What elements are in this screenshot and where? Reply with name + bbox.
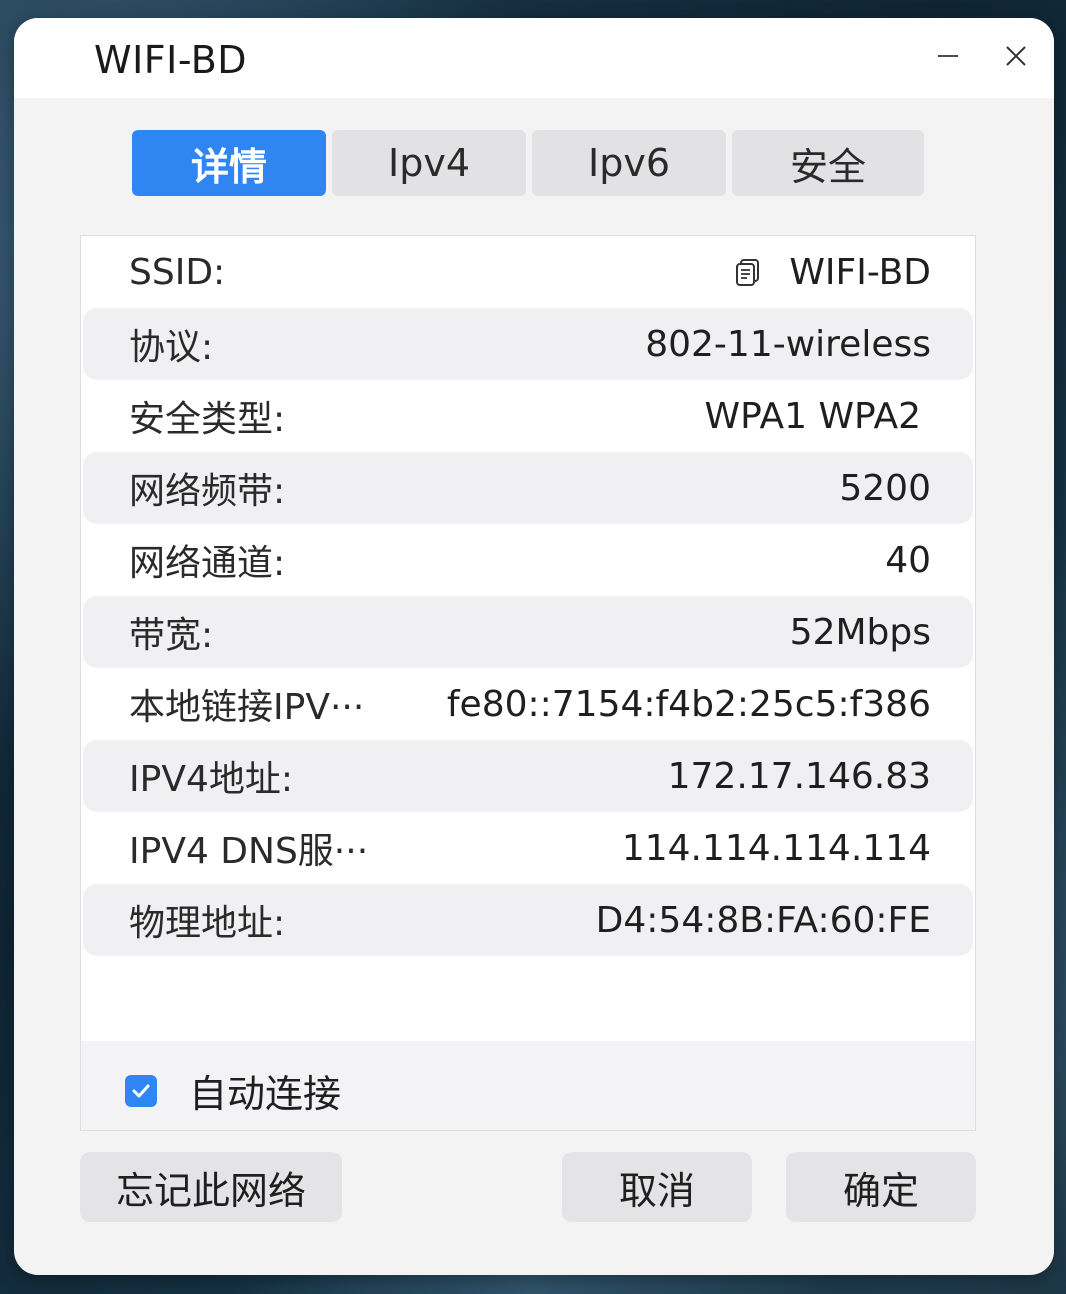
detail-value: 52Mbps xyxy=(789,611,931,653)
tab-ipv6[interactable]: Ipv6 xyxy=(532,130,726,196)
close-button[interactable] xyxy=(994,34,1038,78)
detail-row-channel: 网络通道: 40 xyxy=(83,524,973,596)
copy-icon[interactable] xyxy=(733,257,763,287)
minimize-icon xyxy=(938,55,958,57)
detail-row-ssid: SSID: WIFI-BD xyxy=(83,236,973,308)
details-list: SSID: WIFI-BD 协议: 802-11-wireless 安全类型: … xyxy=(81,236,975,956)
detail-label: 网络频带: xyxy=(129,471,286,512)
auto-connect-label: 自动连接 xyxy=(189,1072,342,1116)
network-details-dialog: WIFI-BD 详情 Ipv4 Ipv6 安全 SSID: WIFI-BD 协议… xyxy=(14,18,1054,1275)
detail-label: 协议: xyxy=(129,327,214,368)
detail-value: 5200 xyxy=(839,467,931,509)
ok-button[interactable]: 确定 xyxy=(786,1152,976,1222)
detail-row-mac-address: 物理地址: D4:54:8B:FA:60:FE xyxy=(83,884,973,956)
detail-label: 本地链接IPV··· xyxy=(129,687,365,728)
close-icon xyxy=(1006,46,1026,66)
auto-connect-toggle[interactable]: 自动连接 xyxy=(125,1063,341,1118)
auto-connect-area: 自动连接 xyxy=(81,1041,975,1130)
detail-value: 40 xyxy=(885,539,931,581)
forget-network-button[interactable]: 忘记此网络 xyxy=(80,1152,342,1222)
detail-value: 802-11-wireless xyxy=(645,323,931,365)
detail-row-security-type: 安全类型: WPA1 WPA2 xyxy=(83,380,973,452)
tab-security[interactable]: 安全 xyxy=(732,130,924,196)
detail-row-link-local-ipv6: 本地链接IPV··· fe80::7154:f4b2:25c5:f386 xyxy=(83,668,973,740)
detail-value: WIFI-BD xyxy=(789,251,931,293)
detail-row-band: 网络频带: 5200 xyxy=(83,452,973,524)
title-bar: WIFI-BD xyxy=(14,18,1054,98)
window-title: WIFI-BD xyxy=(94,38,248,82)
detail-label: 物理地址: xyxy=(129,903,286,944)
detail-value: 172.17.146.83 xyxy=(667,755,931,797)
tab-bar: 详情 Ipv4 Ipv6 安全 xyxy=(132,130,924,196)
minimize-button[interactable] xyxy=(926,34,970,78)
detail-value: D4:54:8B:FA:60:FE xyxy=(595,899,931,941)
detail-label: IPV4地址: xyxy=(129,759,293,800)
detail-value: WPA1 WPA2 xyxy=(704,395,921,437)
detail-value: 114.114.114.114 xyxy=(621,827,931,869)
details-panel: SSID: WIFI-BD 协议: 802-11-wireless 安全类型: … xyxy=(80,235,976,1131)
detail-value: fe80::7154:f4b2:25c5:f386 xyxy=(446,683,931,725)
detail-label: IPV4 DNS服··· xyxy=(129,831,369,872)
cancel-button[interactable]: 取消 xyxy=(562,1152,752,1222)
detail-label: 安全类型: xyxy=(129,399,286,440)
tab-ipv4[interactable]: Ipv4 xyxy=(332,130,526,196)
detail-row-ipv4-dns: IPV4 DNS服··· 114.114.114.114 xyxy=(83,812,973,884)
detail-label: SSID: xyxy=(129,251,226,293)
auto-connect-checkbox[interactable] xyxy=(125,1074,157,1107)
detail-row-bandwidth: 带宽: 52Mbps xyxy=(83,596,973,668)
detail-row-ipv4-address: IPV4地址: 172.17.146.83 xyxy=(83,740,973,812)
detail-label: 带宽: xyxy=(129,615,214,656)
tab-details[interactable]: 详情 xyxy=(132,130,326,196)
detail-label: 网络通道: xyxy=(129,543,286,584)
detail-value-group: WIFI-BD xyxy=(733,252,931,293)
checkmark-icon xyxy=(132,1084,150,1097)
detail-row-protocol: 协议: 802-11-wireless xyxy=(83,308,973,380)
